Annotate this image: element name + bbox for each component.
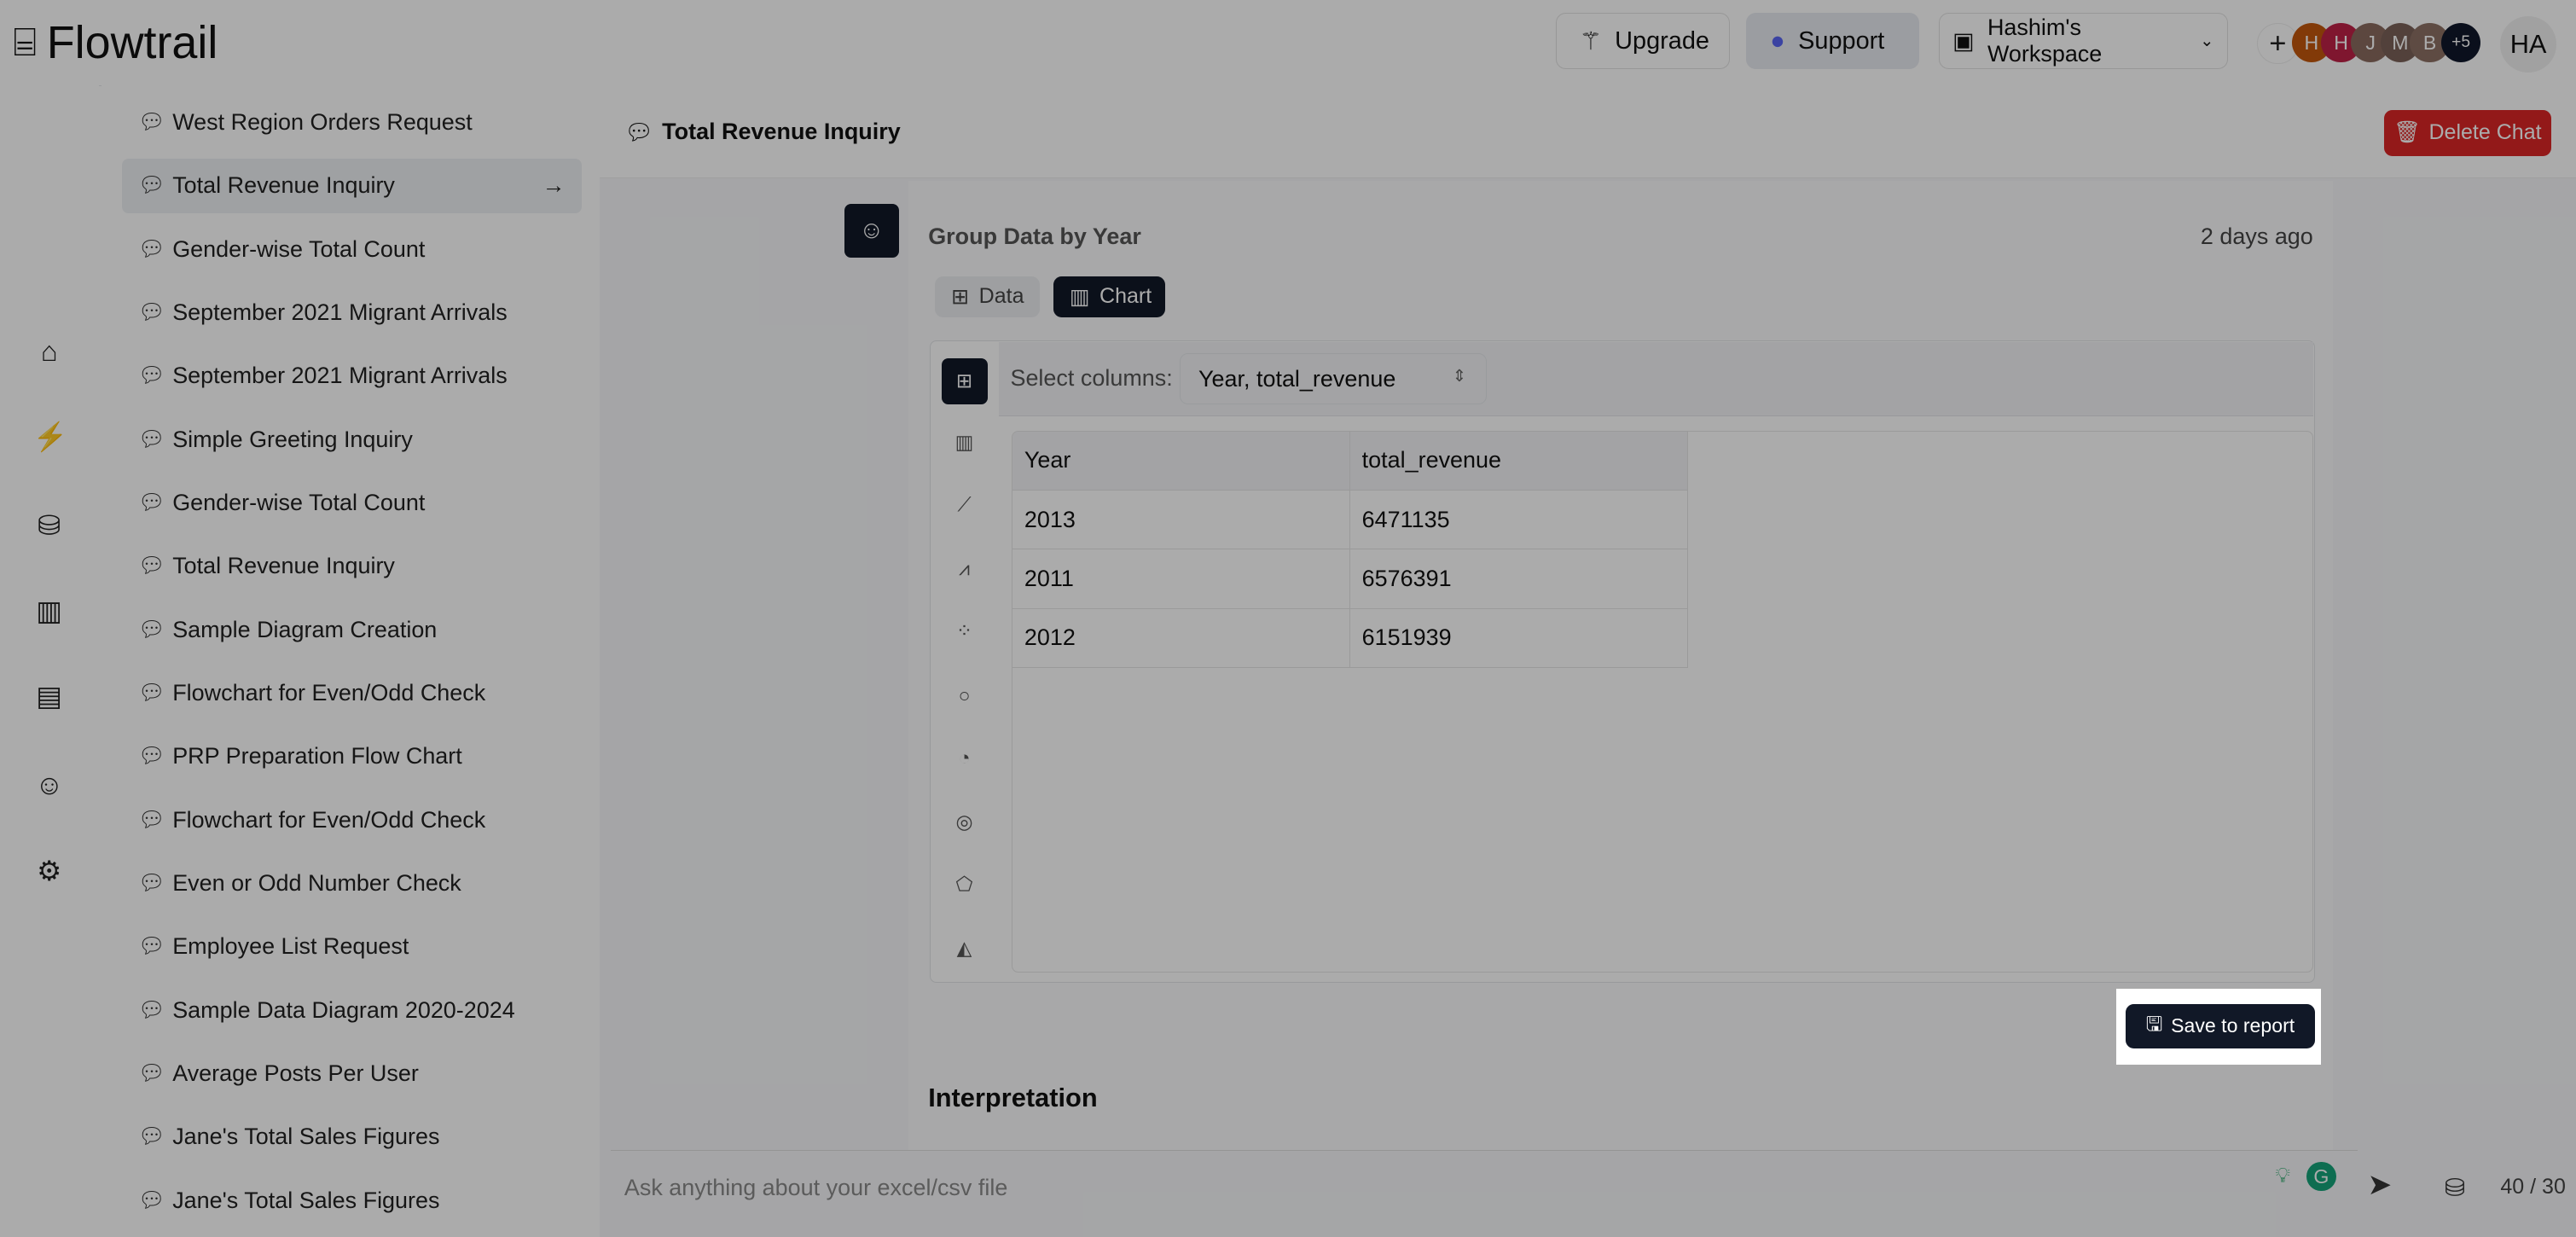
save-report-icon: 🖫︎ (2145, 1012, 2163, 1035)
app: ⌸ Flowtrail ⚚ Upgrade ● Support ▣ Hashim's W… (0, 0, 2576, 1237)
save-to-report-button[interactable]: 🖫︎ Save to report (2126, 1003, 2315, 1048)
